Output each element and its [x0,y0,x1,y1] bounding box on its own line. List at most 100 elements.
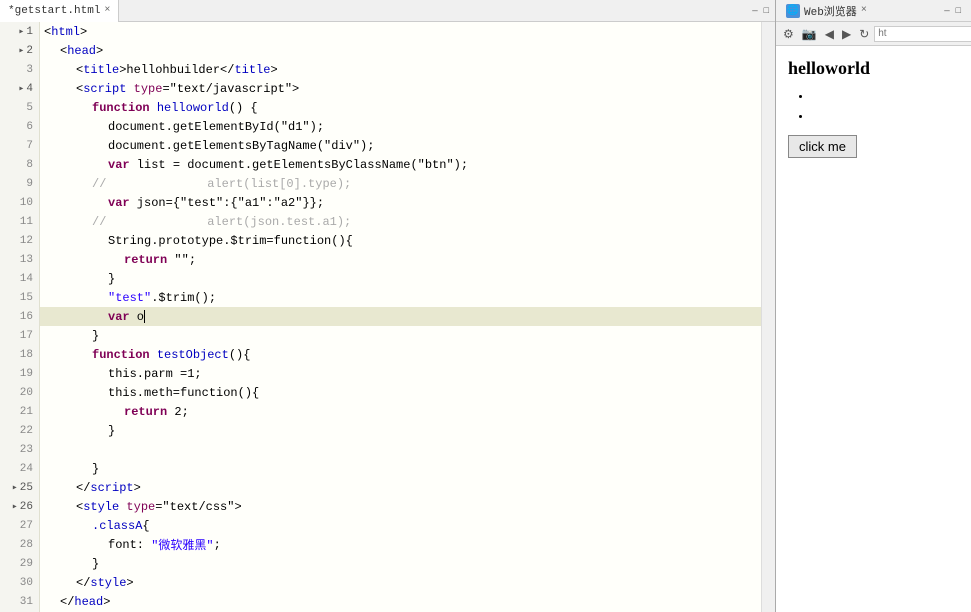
code-line-13[interactable]: return ""; [40,250,761,269]
code-line-28[interactable]: font: "微软雅黑"; [40,535,761,554]
token: > [96,44,103,58]
line-number-3[interactable]: 3 [0,60,39,79]
line-number-16[interactable]: 16 [0,307,39,326]
line-number-8[interactable]: 8 [0,155,39,174]
line-number-24[interactable]: 24 [0,459,39,478]
token: } [92,557,99,571]
line-number-17[interactable]: 17 [0,326,39,345]
editor-tab-close[interactable]: × [104,5,110,16]
token: } [108,424,115,438]
code-line-27[interactable]: .classA{ [40,516,761,535]
page-title: helloworld [788,58,959,79]
line-number-28[interactable]: 28 [0,535,39,554]
token: style [90,576,126,590]
line-number-7[interactable]: 7 [0,136,39,155]
line-number-25[interactable]: ▸25 [0,478,39,497]
url-input[interactable] [874,26,971,42]
line-number-26[interactable]: ▸26 [0,497,39,516]
line-number-31[interactable]: 31 [0,592,39,611]
code-line-10[interactable]: var json={"test":{"a1":"a2"}}; [40,193,761,212]
line-number-12[interactable]: 12 [0,231,39,250]
editor-minimize[interactable]: — [750,6,759,16]
browser-tab-close[interactable]: × [861,5,867,16]
token: "test" [108,291,151,305]
browser-minimize[interactable]: — [942,6,951,16]
vertical-scrollbar[interactable] [761,22,775,612]
line-number-20[interactable]: 20 [0,383,39,402]
token: font: [108,538,151,552]
line-number-30[interactable]: 30 [0,573,39,592]
token: < [76,63,83,77]
token: ="text/css"> [155,500,241,514]
code-lines[interactable]: <html><head><title>hellohbuilder</title>… [40,22,761,612]
line-number-13[interactable]: 13 [0,250,39,269]
line-number-2[interactable]: ▸2 [0,41,39,60]
line-number-14[interactable]: 14 [0,269,39,288]
fold-indicator: ▸ [18,83,24,95]
line-number-10[interactable]: 10 [0,193,39,212]
line-number-18[interactable]: 18 [0,345,39,364]
line-number-29[interactable]: 29 [0,554,39,573]
code-line-23[interactable] [40,440,761,459]
token: } [92,329,99,343]
code-line-19[interactable]: this.parm =1; [40,364,761,383]
code-line-31[interactable]: </head> [40,592,761,611]
code-line-12[interactable]: String.prototype.$trim=function(){ [40,231,761,250]
forward-button[interactable]: ▶ [839,25,854,43]
code-line-18[interactable]: function testObject(){ [40,345,761,364]
line-number-27[interactable]: 27 [0,516,39,535]
code-line-21[interactable]: return 2; [40,402,761,421]
line-number-5[interactable]: 5 [0,98,39,117]
code-line-29[interactable]: } [40,554,761,573]
code-line-15[interactable]: "test".$trim(); [40,288,761,307]
code-line-16[interactable]: var o [40,307,761,326]
code-line-4[interactable]: <script type="text/javascript"> [40,79,761,98]
browser-maximize[interactable]: □ [954,6,963,16]
line-number-4[interactable]: ▸4 [0,79,39,98]
editor-tab[interactable]: *getstart.html × [0,0,119,22]
settings-button[interactable]: ⚙ [780,25,797,43]
line-number-6[interactable]: 6 [0,117,39,136]
line-num-text: 3 [26,64,33,76]
click-me-button[interactable]: click me [788,135,857,158]
screenshot-button[interactable]: 📷 [799,25,820,43]
line-number-1[interactable]: ▸1 [0,22,39,41]
line-number-22[interactable]: 22 [0,421,39,440]
code-line-3[interactable]: <title>hellohbuilder</title> [40,60,761,79]
editor-maximize[interactable]: □ [762,6,771,16]
code-line-11[interactable]: // alert(json.test.a1); [40,212,761,231]
line-num-text: 28 [20,539,33,551]
code-line-5[interactable]: function helloworld() { [40,98,761,117]
line-number-19[interactable]: 19 [0,364,39,383]
code-line-7[interactable]: document.getElementsByTagName("div"); [40,136,761,155]
code-line-17[interactable]: } [40,326,761,345]
code-line-2[interactable]: <head> [40,41,761,60]
globe-icon: 🌐 [787,5,799,17]
token: // alert(json.test.a1); [92,215,351,229]
code-line-6[interactable]: document.getElementById("d1"); [40,117,761,136]
code-line-30[interactable]: </style> [40,573,761,592]
line-number-23[interactable]: 23 [0,440,39,459]
refresh-button[interactable]: ↻ [856,25,872,43]
code-line-1[interactable]: <html> [40,22,761,41]
code-line-22[interactable]: } [40,421,761,440]
code-line-8[interactable]: var list = document.getElementsByClassNa… [40,155,761,174]
line-number-11[interactable]: 11 [0,212,39,231]
token: list = document.getElementsByClassName("… [130,158,468,172]
code-line-9[interactable]: // alert(list[0].type); [40,174,761,193]
code-line-20[interactable]: this.meth=function(){ [40,383,761,402]
token: var [108,196,130,210]
code-line-26[interactable]: <style type="text/css"> [40,497,761,516]
line-num-text: 15 [20,292,33,304]
code-line-14[interactable]: } [40,269,761,288]
browser-tab[interactable]: 🌐 Web浏览器 × [780,0,873,22]
line-num-text: 21 [20,406,33,418]
code-line-25[interactable]: </script> [40,478,761,497]
token: type [126,500,155,514]
token: return [124,405,167,419]
line-number-21[interactable]: 21 [0,402,39,421]
back-button[interactable]: ◀ [822,25,837,43]
code-line-24[interactable]: } [40,459,761,478]
line-number-9[interactable]: 9 [0,174,39,193]
line-number-15[interactable]: 15 [0,288,39,307]
